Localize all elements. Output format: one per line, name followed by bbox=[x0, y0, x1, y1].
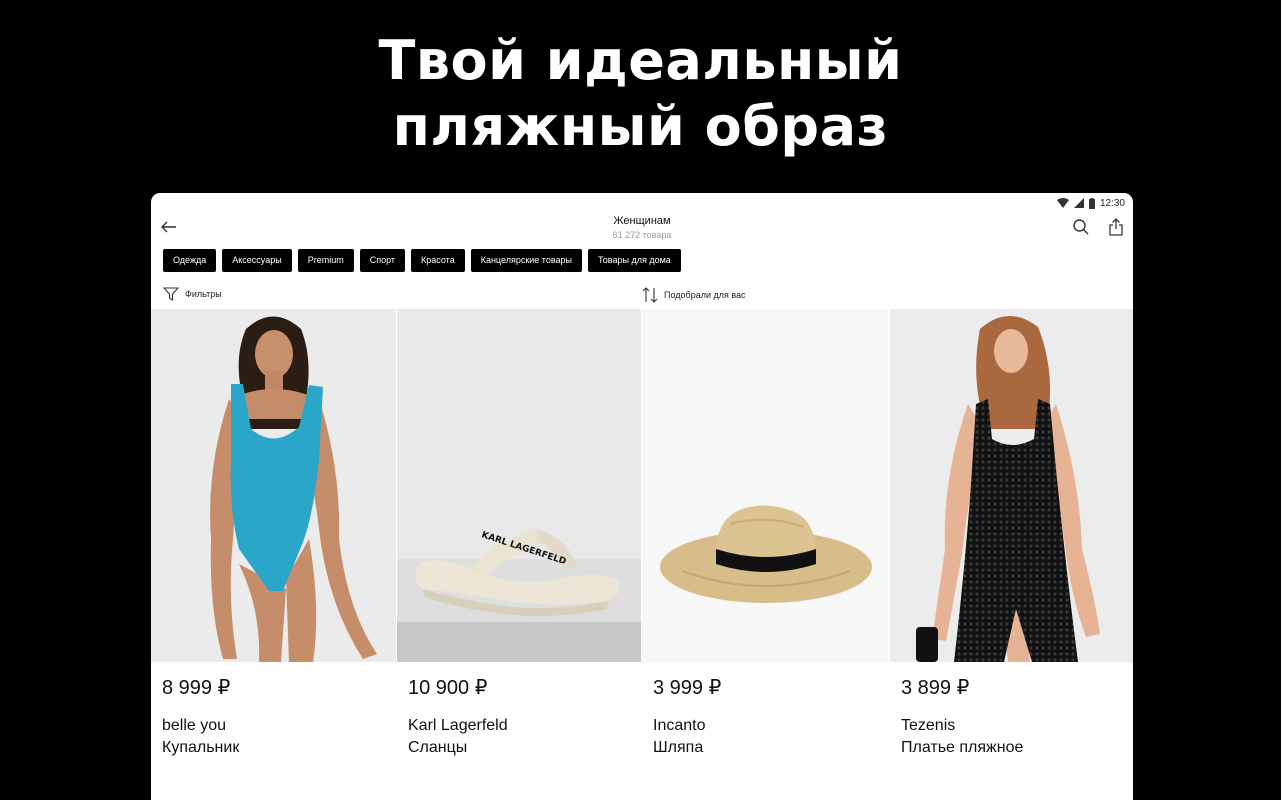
sort-button[interactable]: Подобрали для вас bbox=[642, 287, 746, 303]
filters-label: Фильтры bbox=[185, 289, 222, 299]
status-bar: 12:30 bbox=[1056, 196, 1125, 210]
chip-accessories[interactable]: Аксессуары bbox=[222, 249, 292, 272]
chip-home[interactable]: Товары для дома bbox=[587, 249, 681, 272]
product-name: Купальник bbox=[162, 739, 240, 756]
app-screen: 12:30 Женщинам 61 272 товара Одежда Аксе… bbox=[151, 193, 1133, 800]
product-card[interactable]: 8 999 ₽ belle you Купальник bbox=[151, 309, 396, 789]
product-price: 3 999 ₽ bbox=[653, 677, 722, 699]
product-price: 8 999 ₽ bbox=[162, 677, 231, 699]
product-image-dress bbox=[890, 309, 1133, 662]
product-image-hat bbox=[642, 309, 888, 662]
share-icon bbox=[1109, 218, 1123, 236]
toolbar: Фильтры Подобрали для вас bbox=[151, 287, 1133, 303]
product-brand: Incanto bbox=[653, 717, 706, 734]
search-button[interactable] bbox=[1072, 218, 1090, 236]
product-brand: Karl Lagerfeld bbox=[408, 717, 508, 734]
signal-icon bbox=[1073, 198, 1084, 208]
chip-stationery[interactable]: Канцелярские товары bbox=[470, 249, 582, 272]
sort-label: Подобрали для вас bbox=[664, 290, 746, 300]
product-card[interactable]: 3 899 ₽ Tezenis Платье пляжное bbox=[890, 309, 1133, 789]
funnel-icon bbox=[163, 287, 179, 301]
filters-button[interactable]: Фильтры bbox=[163, 287, 222, 301]
share-button[interactable] bbox=[1107, 218, 1125, 236]
search-icon bbox=[1073, 219, 1089, 235]
product-price: 10 900 ₽ bbox=[408, 677, 488, 699]
chip-premium[interactable]: Premium bbox=[297, 249, 354, 272]
product-name: Платье пляжное bbox=[901, 739, 1024, 756]
page-title: Женщинам bbox=[613, 215, 671, 227]
product-brand: Tezenis bbox=[901, 717, 956, 734]
product-image-swimsuit bbox=[151, 309, 396, 662]
product-name: Шляпа bbox=[653, 739, 704, 756]
status-time: 12:30 bbox=[1099, 197, 1125, 209]
product-brand: belle you bbox=[162, 717, 227, 734]
sort-icon bbox=[642, 287, 658, 303]
promo-headline-line2: пляжный образ bbox=[392, 95, 889, 158]
chip-beauty[interactable]: Красота bbox=[411, 249, 465, 272]
battery-icon bbox=[1088, 197, 1095, 209]
product-image-slides: KARL LAGERFELD bbox=[397, 309, 641, 662]
wifi-icon bbox=[1056, 198, 1069, 208]
product-price: 3 899 ₽ bbox=[901, 677, 970, 699]
page-header: Женщинам 61 272 товара bbox=[151, 214, 1133, 241]
product-name: Сланцы bbox=[408, 739, 468, 756]
item-count: 61 272 товара bbox=[612, 230, 672, 240]
promo-headline-line1: Твой идеальный bbox=[378, 29, 903, 92]
chip-clothing[interactable]: Одежда bbox=[163, 249, 217, 272]
product-card[interactable]: 3 999 ₽ Incanto Шляпа bbox=[642, 309, 888, 789]
product-card[interactable]: KARL LAGERFELD 10 900 ₽ Karl Lagerfeld С… bbox=[397, 309, 641, 789]
promo-headline: Твой идеальный пляжный образ bbox=[0, 28, 1281, 160]
chip-sport[interactable]: Спорт bbox=[359, 249, 406, 272]
category-chips: Одежда Аксессуары Premium Спорт Красота … bbox=[163, 249, 681, 272]
